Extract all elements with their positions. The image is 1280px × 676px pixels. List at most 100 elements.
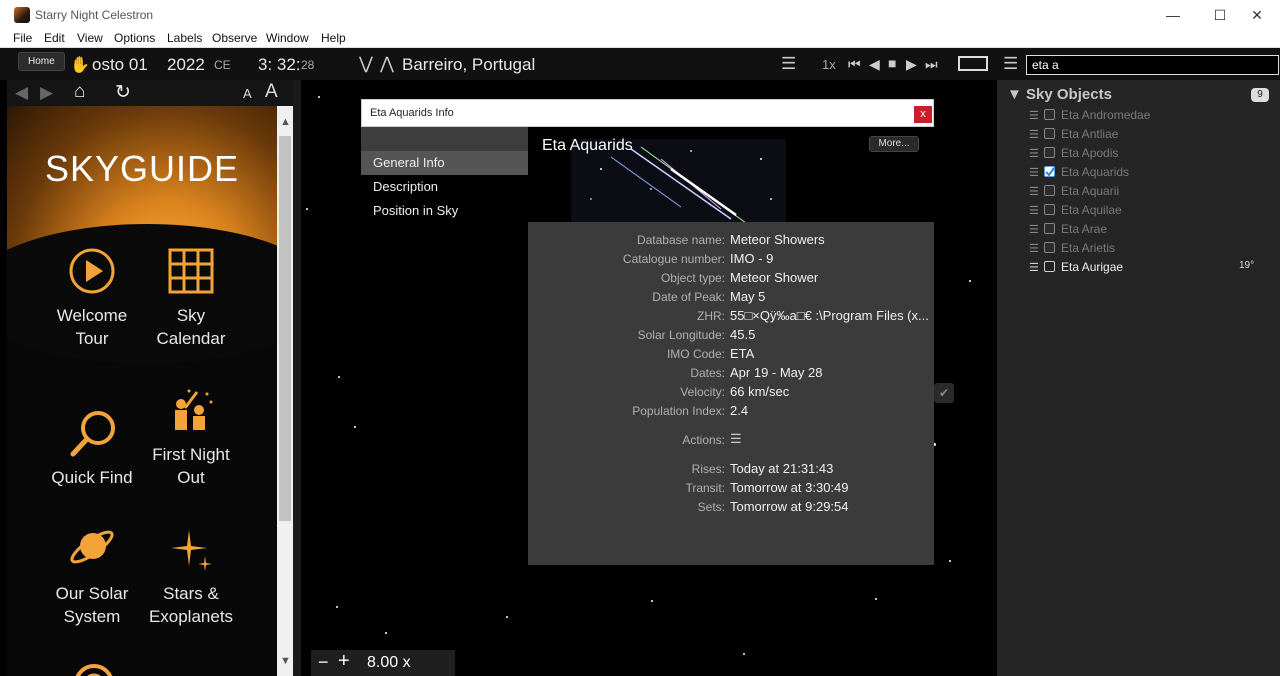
scroll-up-icon[interactable]: ▲ xyxy=(280,116,291,128)
chevron-down-icon[interactable]: ⋁ xyxy=(359,54,373,74)
dialog-close-button[interactable]: x xyxy=(914,106,932,123)
actions-menu-icon[interactable]: ☰ xyxy=(730,431,742,447)
location-label[interactable]: Barreiro, Portugal xyxy=(402,55,535,75)
item-name: Eta Aurigae xyxy=(1061,260,1124,274)
chevron-up-icon[interactable]: ⋀ xyxy=(380,54,394,74)
back-arrow-icon[interactable]: ◀ xyxy=(15,83,28,103)
sky-objects-header[interactable]: ▼ Sky Objects xyxy=(1007,86,1112,103)
title-bar: Starry Night Celestron — ☐ ✕ xyxy=(0,0,1280,29)
field-value: Meteor Showers xyxy=(730,232,825,247)
skip-forward-icon[interactable]: ⏭ xyxy=(925,56,938,73)
item-checkbox[interactable] xyxy=(1044,147,1055,158)
field-value: May 5 xyxy=(730,289,766,304)
split-view-icon[interactable] xyxy=(958,56,988,71)
menu-icon[interactable]: ☰ xyxy=(781,54,796,74)
tab-position-in-sky[interactable]: Position in Sky xyxy=(361,199,528,223)
skyguide-title: SKYGUIDE xyxy=(44,148,240,189)
menu-file[interactable]: File xyxy=(13,31,32,45)
collapse-triangle-icon[interactable]: ▼ xyxy=(1007,86,1022,103)
more-button[interactable]: More... xyxy=(869,136,919,152)
drag-handle-icon[interactable]: ☰ xyxy=(1029,261,1039,274)
scroll-down-icon[interactable]: ▼ xyxy=(280,655,291,667)
forward-arrow-icon[interactable]: ▶ xyxy=(40,83,53,103)
date-field[interactable]: osto 01 xyxy=(92,55,148,75)
left-nav-bar: ◀ ▶ ⌂ ↻ A A xyxy=(7,80,293,106)
item-checkbox[interactable] xyxy=(1044,185,1055,196)
close-window-button[interactable]: ✕ xyxy=(1234,4,1280,26)
item-checkbox[interactable] xyxy=(1044,242,1055,253)
drag-handle-icon[interactable]: ☰ xyxy=(1029,204,1039,217)
sky-checkbox[interactable]: ✔ xyxy=(934,383,954,403)
menu-labels[interactable]: Labels xyxy=(167,31,202,45)
zoom-in-button[interactable]: + xyxy=(338,650,350,673)
sidebar-menu-icon[interactable]: ☰ xyxy=(1003,54,1018,74)
time-label: Sets: xyxy=(697,500,725,514)
list-item[interactable]: ☰ Eta Arietis xyxy=(1027,239,1277,258)
seconds-field[interactable]: 28 xyxy=(301,58,314,72)
drag-handle-icon[interactable]: ☰ xyxy=(1029,185,1039,198)
font-smaller-button[interactable]: A xyxy=(243,86,252,101)
font-larger-button[interactable]: A xyxy=(265,81,278,103)
field-value: 45.5 xyxy=(730,327,756,342)
panel-splitter[interactable] xyxy=(293,80,301,676)
drag-handle-icon[interactable]: ☰ xyxy=(1029,147,1039,160)
menu-help[interactable]: Help xyxy=(321,31,346,45)
stars-exoplanets-label-2: Exoplanets xyxy=(148,607,234,626)
sky-objects-title: Sky Objects xyxy=(1026,86,1112,103)
item-name: Eta Andromedae xyxy=(1061,108,1151,122)
drag-handle-icon[interactable]: ☰ xyxy=(1029,166,1039,179)
field-label: Object type: xyxy=(660,271,725,285)
rises-value: Today at 21:31:43 xyxy=(730,461,834,476)
item-checkbox[interactable] xyxy=(1044,128,1055,139)
drag-handle-icon[interactable]: ☰ xyxy=(1029,242,1039,255)
list-item[interactable]: ☰ Eta Antliae xyxy=(1027,125,1277,144)
dialog-title-bar[interactable]: Eta Aquarids Info x xyxy=(361,99,934,127)
list-item[interactable]: ☰ Eta Aquarii xyxy=(1027,182,1277,201)
transit-value: Tomorrow at 3:30:49 xyxy=(730,480,849,495)
refresh-icon[interactable]: ↻ xyxy=(115,81,131,104)
home-icon[interactable]: ⌂ xyxy=(74,81,85,103)
minimize-button[interactable]: — xyxy=(1150,4,1196,26)
item-checkbox[interactable] xyxy=(1044,204,1055,215)
menu-edit[interactable]: Edit xyxy=(44,31,65,45)
item-checkbox[interactable] xyxy=(1044,223,1055,234)
star xyxy=(949,560,951,562)
star xyxy=(385,632,387,634)
search-input[interactable] xyxy=(1026,55,1279,75)
item-checkbox[interactable] xyxy=(1044,261,1055,272)
list-item[interactable]: ☰ Eta Aquarids xyxy=(1027,163,1277,182)
list-item[interactable]: ☰ Eta Aquilae xyxy=(1027,201,1277,220)
list-item[interactable]: ☰ Eta Apodis xyxy=(1027,144,1277,163)
field-label: Population Index: xyxy=(632,404,725,418)
skip-back-icon[interactable]: ⏮ xyxy=(848,56,861,73)
zoom-out-button[interactable]: − xyxy=(318,652,329,673)
drag-handle-icon[interactable]: ☰ xyxy=(1029,128,1039,141)
menu-window[interactable]: Window xyxy=(266,31,309,45)
list-item[interactable]: ☰ Eta Arae xyxy=(1027,220,1277,239)
skyguide-scrollbar[interactable]: ▲ ▼ xyxy=(277,106,293,676)
time-field[interactable]: 3: 32: xyxy=(258,55,301,75)
play-icon[interactable]: ▶ xyxy=(906,56,917,73)
time-rate-label[interactable]: 1x xyxy=(822,57,836,72)
stop-icon[interactable]: ■ xyxy=(888,55,896,71)
star xyxy=(338,376,340,378)
stargazers-icon xyxy=(175,389,213,430)
field-label: ZHR: xyxy=(697,309,725,323)
item-checkbox-checked[interactable] xyxy=(1044,166,1055,177)
list-item[interactable]: ☰ Eta Andromedae xyxy=(1027,106,1277,125)
drag-handle-icon[interactable]: ☰ xyxy=(1029,109,1039,122)
menu-options[interactable]: Options xyxy=(114,31,155,45)
list-item[interactable]: ☰ Eta Aurigae 19° xyxy=(1027,258,1277,277)
menu-view[interactable]: View xyxy=(77,31,103,45)
tab-description[interactable]: Description xyxy=(361,175,528,199)
item-name: Eta Apodis xyxy=(1061,146,1119,160)
year-field[interactable]: 2022 xyxy=(167,55,205,75)
tab-general-info[interactable]: General Info xyxy=(361,151,528,175)
menu-observe[interactable]: Observe xyxy=(212,31,257,45)
dialog-nav-header xyxy=(361,127,528,151)
item-checkbox[interactable] xyxy=(1044,109,1055,120)
step-back-icon[interactable]: ◀ xyxy=(869,56,880,73)
era-label: CE xyxy=(214,58,231,72)
scroll-thumb[interactable] xyxy=(279,136,291,521)
drag-handle-icon[interactable]: ☰ xyxy=(1029,223,1039,236)
